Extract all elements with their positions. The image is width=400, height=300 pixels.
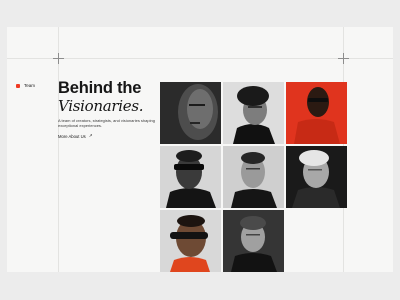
portrait-man-bw-short-hair [223, 146, 284, 208]
page-title: Behind the [58, 79, 142, 97]
more-about-us-label: More About Us [58, 133, 86, 139]
square-bullet-icon [16, 83, 20, 88]
portrait-tile[interactable] [223, 210, 284, 272]
portrait-tile[interactable] [286, 146, 347, 208]
portrait-tile[interactable] [160, 82, 221, 144]
portrait-tile[interactable] [286, 82, 347, 144]
portrait-older-man-bw [286, 146, 347, 208]
portrait-tile[interactable] [223, 82, 284, 144]
section-label: Team [24, 83, 36, 88]
team-description: A team of creators, strategists, and vis… [58, 118, 155, 129]
portrait-young-man-bw [223, 210, 284, 272]
arrow-up-right-icon: ↗ [88, 133, 93, 138]
more-about-us-link[interactable]: More About Us ↗ [58, 133, 92, 139]
crosshair-icon [53, 53, 64, 64]
portrait-man-bw-closeup [160, 82, 221, 144]
guide-line-horizontal [7, 58, 393, 59]
page-title-italic: Visionaries. [58, 97, 144, 115]
portrait-man-sunglasses-orange [160, 210, 221, 272]
portrait-tile[interactable] [160, 210, 221, 272]
portrait-man-red-background [286, 82, 347, 144]
portrait-tile[interactable] [223, 146, 284, 208]
section-tag: Team [16, 83, 35, 88]
team-portrait-grid [160, 82, 347, 272]
portrait-man-bw-curly-hair [223, 82, 284, 144]
portrait-tile[interactable] [160, 146, 221, 208]
team-section: Team Behind the Visionaries. A team of c… [7, 27, 393, 272]
portrait-man-sunglasses-bw [160, 146, 221, 208]
crosshair-icon [338, 53, 349, 64]
